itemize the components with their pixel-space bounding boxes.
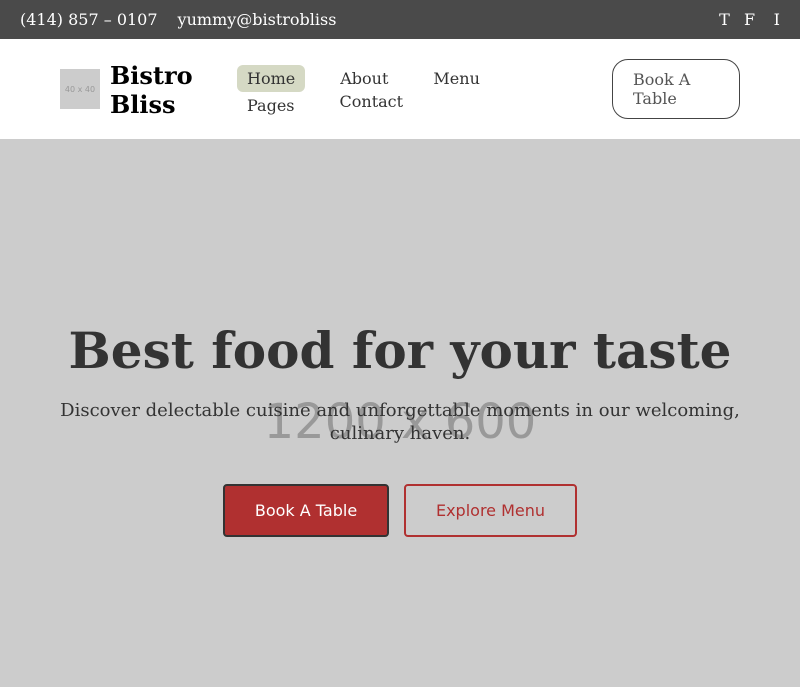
hero-subtitle: Discover delectable cuisine and unforget…: [60, 400, 740, 444]
top-info-bar: (414) 857 – 0107 yummy@bistrobliss T F I: [0, 0, 800, 39]
logo-image[interactable]: 40 x 40: [60, 69, 100, 109]
logo-placeholder-text: 40 x 40: [64, 84, 96, 94]
instagram-icon[interactable]: I: [762, 10, 780, 29]
nav-item-pages[interactable]: Pages: [237, 92, 305, 119]
book-table-nav-button[interactable]: Book A Table: [612, 59, 740, 119]
explore-menu-button[interactable]: Explore Menu: [404, 484, 577, 537]
social-links: T F I: [712, 10, 780, 29]
nav-item-home[interactable]: Home: [237, 65, 306, 92]
nav-item-about[interactable]: About: [330, 65, 398, 92]
nav-item-menu[interactable]: Menu: [423, 65, 489, 92]
contact-info: (414) 857 – 0107 yummy@bistrobliss: [20, 10, 336, 29]
hero-section: 1200 x 600 Best food for your taste Disc…: [0, 139, 800, 687]
brand-name[interactable]: Bistro Bliss: [110, 61, 220, 119]
phone-number: (414) 857 – 0107: [20, 10, 158, 29]
email-address: yummy@bistrobliss: [177, 10, 337, 29]
facebook-icon[interactable]: F: [737, 10, 762, 29]
nav-item-contact[interactable]: Contact: [330, 92, 414, 119]
nav-menu: Home About Menu Pages Contact: [237, 65, 597, 119]
book-table-button[interactable]: Book A Table: [223, 484, 389, 537]
hero-title: Best food for your taste: [68, 321, 732, 380]
twitter-icon[interactable]: T: [712, 10, 737, 29]
main-navbar: 40 x 40 Bistro Bliss Home About Menu Pag…: [0, 39, 800, 139]
